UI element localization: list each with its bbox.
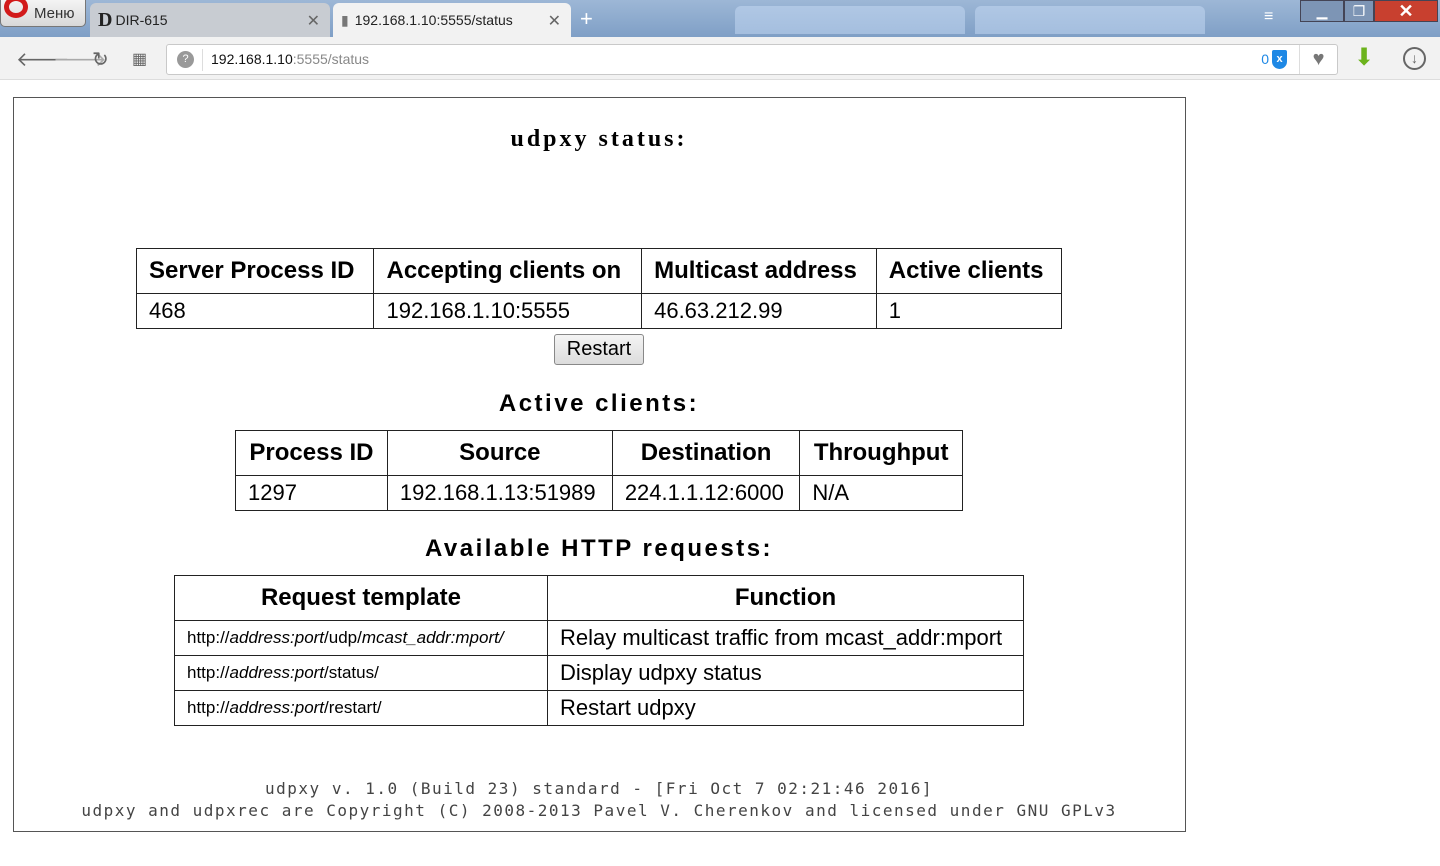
active-clients-heading: Active clients: xyxy=(498,390,700,417)
requests-heading: Available HTTP requests: xyxy=(424,535,774,562)
tab-dir615[interactable]: D DIR-615 ✕ xyxy=(90,3,330,37)
tpl-part: /udp/ xyxy=(324,628,362,647)
header-cell: Source xyxy=(386,430,613,476)
menu-label: Меню xyxy=(34,4,75,22)
bookmark-heart-icon[interactable]: ♥ xyxy=(1299,45,1337,74)
server-table: Server Process ID Accepting clients on Mul… xyxy=(135,248,1063,329)
cell: 468 xyxy=(135,293,375,329)
cell: 46.63.212.99 xyxy=(641,293,877,329)
tpl-part: address:port xyxy=(229,698,325,717)
site-info-icon[interactable]: ? xyxy=(177,51,194,68)
dlink-icon: D xyxy=(98,8,113,31)
footer-copyright: udpxy and udpxrec are Copyright (C) 2008… xyxy=(81,801,1117,820)
close-window-button[interactable]: ✕ xyxy=(1374,0,1438,22)
tpl-part: http:// xyxy=(187,698,230,717)
restart-button[interactable]: Restart xyxy=(554,334,644,365)
opera-menu-button[interactable]: Меню xyxy=(0,0,86,27)
header-cell: Accepting clients on xyxy=(373,248,643,294)
download-arrow-icon[interactable]: ⬇ xyxy=(1354,43,1374,72)
cell: 1297 xyxy=(235,475,388,511)
header-cell: Active clients xyxy=(875,248,1063,294)
clients-table: Process ID Source Destination Throughput 12… xyxy=(235,430,963,511)
cell: 192.168.1.10:5555 xyxy=(373,293,643,329)
new-tab-button[interactable]: + xyxy=(580,6,593,32)
header-cell: Multicast address xyxy=(641,248,877,294)
header-cell: Request template xyxy=(174,575,548,621)
cell: 1 xyxy=(875,293,1063,329)
header-cell: Function xyxy=(547,575,1024,621)
header-cell: Server Process ID xyxy=(135,248,375,294)
cell: 192.168.1.13:51989 xyxy=(386,475,613,511)
header-cell: Throughput xyxy=(799,430,963,476)
header-cell: Destination xyxy=(611,430,801,476)
cell: 224.1.1.12:6000 xyxy=(611,475,801,511)
maximize-button[interactable]: ❐ xyxy=(1344,0,1374,22)
table-row: http://address:port/status/Display udpxy… xyxy=(174,655,1024,691)
close-tab-icon[interactable]: ✕ xyxy=(307,11,320,31)
speed-dial-icon[interactable]: ▦ xyxy=(132,49,147,69)
table-row: 468 192.168.1.10:5555 46.63.212.99 1 xyxy=(135,293,1063,329)
tab-menu-icon[interactable]: ≡ xyxy=(1264,8,1273,26)
url-host: 192.168.1.10 xyxy=(211,51,293,67)
request-template: http://address:port/udp/mcast_addr:mport… xyxy=(174,620,548,656)
address-bar[interactable]: ? 192.168.1.10:5555/status 0 x ♥ xyxy=(166,44,1338,75)
url-path: :5555/status xyxy=(292,51,370,67)
url-text[interactable]: 192.168.1.10:5555/status xyxy=(211,51,369,67)
downloads-icon[interactable]: ↓ xyxy=(1403,47,1426,70)
background-tab[interactable] xyxy=(975,6,1205,34)
tpl-part: address:port xyxy=(229,663,325,682)
request-template: http://address:port/restart/ xyxy=(174,690,548,726)
page-title: udpxy status: xyxy=(510,126,688,152)
adblock-count: 0 xyxy=(1261,51,1269,67)
divider xyxy=(202,49,203,71)
requests-table: Request template Function http://address:… xyxy=(174,575,1024,726)
toolbar: 🡐 🡒 ↻ ▦ ? 192.168.1.10:5555/status 0 x ♥… xyxy=(0,37,1440,80)
tpl-part: mcast_addr:mport/ xyxy=(361,628,504,647)
opera-logo-icon xyxy=(4,0,28,18)
request-function: Display udpxy status xyxy=(547,655,1024,691)
background-tab[interactable] xyxy=(735,6,965,34)
table-row: http://address:port/restart/Restart udpx… xyxy=(174,690,1024,726)
request-function: Restart udpxy xyxy=(547,690,1024,726)
request-function: Relay multicast traffic from mcast_addr:… xyxy=(547,620,1024,656)
tab-bar: Меню D DIR-615 ✕ ▮ 192.168.1.10:5555/status… xyxy=(0,0,1440,37)
tab-label: DIR-615 xyxy=(115,12,168,28)
tpl-part: /restart/ xyxy=(324,698,382,717)
tab-label: 192.168.1.10:5555/status xyxy=(354,12,513,28)
table-row: http://address:port/udp/mcast_addr:mport… xyxy=(174,620,1024,656)
reload-icon[interactable]: ↻ xyxy=(92,47,109,72)
adblock-shield-icon[interactable]: x xyxy=(1272,50,1287,69)
close-tab-icon[interactable]: ✕ xyxy=(548,11,561,31)
minimize-button[interactable]: ▁ xyxy=(1300,0,1344,22)
tpl-part: http:// xyxy=(187,663,230,682)
table-row: 1297 192.168.1.13:51989 224.1.1.12:6000 N/A xyxy=(235,475,963,511)
footer-version: udpxy v. 1.0 (Build 23) standard - [Fri … xyxy=(265,779,933,798)
header-cell: Process ID xyxy=(235,430,388,476)
page-icon: ▮ xyxy=(341,11,349,28)
tpl-part: /status/ xyxy=(324,663,379,682)
request-template: http://address:port/status/ xyxy=(174,655,548,691)
cell: N/A xyxy=(799,475,963,511)
tpl-part: address:port xyxy=(229,628,325,647)
tpl-part: http:// xyxy=(187,628,230,647)
tab-status[interactable]: ▮ 192.168.1.10:5555/status ✕ xyxy=(333,3,571,37)
